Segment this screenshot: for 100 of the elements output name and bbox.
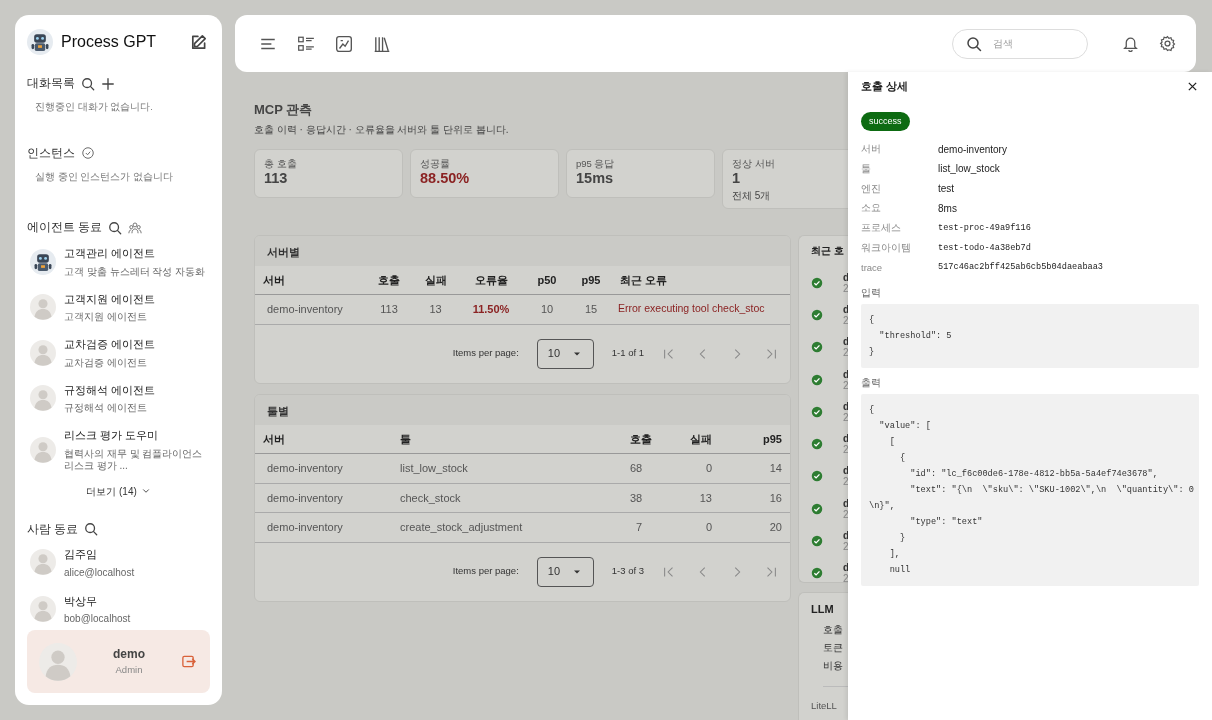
per-page-select[interactable]: 10	[536, 338, 594, 369]
output-code-block: { "value": [ [ { "id": "lc_f6c00de6-178e-4812-bb5a-5a4ef74e3678", "text": "{\n \"sku\": \"SKU-1002\",\n \"quantity\": 0 \n}", "type": "text" } ], null	[861, 394, 1199, 587]
call-server: d	[843, 271, 848, 283]
logo-icon	[27, 29, 53, 55]
column-header: 실패	[413, 265, 458, 295]
field-value: list_low_stock	[938, 162, 1000, 177]
people-icon[interactable]	[128, 220, 143, 235]
agent-item[interactable]: 리스크 평가 도우미 협력사의 재무 및 컴플라이언스 리스크 평가 ...	[27, 427, 210, 472]
field-value: 517c46ac2bff425ab6cb5b04daeabaa3	[938, 261, 1104, 275]
column-header: p95	[720, 424, 790, 454]
call-time: 2	[843, 314, 848, 326]
section-label: 출력	[861, 376, 882, 391]
add-icon[interactable]	[101, 76, 115, 91]
table-cell: 0	[650, 512, 720, 542]
recent-call-item[interactable]: d 2	[811, 395, 848, 428]
field-value: test-todo-4a38eb7d	[938, 241, 1031, 255]
stat-value: 1	[732, 170, 742, 187]
person-email: bob@localhost	[64, 613, 131, 625]
drawer-title: 호출 상세	[861, 79, 908, 94]
table-title: 툴별	[255, 394, 790, 425]
bell-icon[interactable]	[1122, 35, 1139, 52]
agent-name: 고객관리 에이전트	[64, 246, 157, 262]
recent-call-item[interactable]: d 2	[811, 524, 848, 558]
call-server: d	[843, 400, 848, 412]
search-icon[interactable]	[81, 76, 95, 91]
agent-description: 고객 맞춤 뉴스레터 작성 자동화	[64, 265, 206, 278]
per-page-select[interactable]: 10	[536, 556, 594, 587]
call-server: d	[843, 336, 848, 348]
recent-call-item[interactable]: d 2	[811, 363, 848, 396]
table-cell: 14	[720, 453, 790, 483]
call-time: 2	[843, 282, 848, 294]
call-server: d	[843, 562, 848, 574]
agent-name: 교차검증 에이전트	[64, 337, 156, 353]
items-per-page-label: Items per page:	[452, 346, 519, 361]
field-label: 워크아이템	[861, 241, 912, 255]
call-time: 2	[843, 379, 848, 391]
table-cell: 13	[650, 483, 720, 513]
agent-item[interactable]: 고객지원 에이전트 고객지원 에이전트	[27, 290, 210, 324]
table-cell: demo-inventory	[255, 453, 392, 483]
library-icon[interactable]	[373, 34, 391, 53]
column-header: 서버	[255, 265, 365, 295]
table-cell: 20	[720, 512, 790, 542]
agent-description: 협력사의 재무 및 컴플라이언스 리스크 평가 ...	[64, 447, 204, 472]
search-icon	[966, 35, 982, 52]
agent-item[interactable]: 규정해석 에이전트 규정해석 에이전트	[27, 381, 210, 415]
avatar	[30, 549, 56, 576]
field-label: 서버	[861, 142, 882, 156]
agent-description: 교차검증 에이전트	[64, 356, 148, 369]
agent-description: 규정해석 에이전트	[64, 402, 148, 415]
agent-item[interactable]: 교차검증 에이전트 교차검증 에이전트	[27, 336, 210, 369]
search-icon[interactable]	[84, 522, 99, 537]
stat-label: 성공률	[420, 156, 451, 171]
provider-label: LiteLL	[811, 699, 838, 713]
table-cell: Error executing tool check_stoc	[612, 294, 790, 324]
section-label: 입력	[861, 285, 882, 300]
person-item[interactable]: 김주임 alice@localhost	[27, 546, 210, 579]
field-label: 프로세스	[861, 221, 902, 236]
recent-call-item[interactable]: d 2	[811, 298, 848, 332]
chart-icon[interactable]	[335, 34, 353, 53]
check-circle-icon[interactable]	[81, 146, 95, 161]
list-icon[interactable]	[297, 34, 315, 53]
recent-call-item[interactable]: d 2	[811, 266, 848, 299]
show-more-button[interactable]: 더보기 (14)	[86, 483, 151, 499]
empty-message: 진행중인 대화가 없습니다.	[34, 100, 154, 115]
page-subtitle: 호출 이력 · 응답시간 · 오류율을 서버와 툴 단위로 봅니다.	[254, 122, 510, 137]
stat-label: 토큰	[822, 641, 844, 655]
table-cell: demo-inventory	[255, 483, 392, 513]
stat-label: 총 호출	[264, 156, 298, 171]
new-chat-icon[interactable]	[190, 33, 208, 51]
call-time: 2	[843, 347, 848, 359]
stat-label: p95 응답	[576, 156, 616, 171]
column-header: 툴	[392, 424, 622, 454]
recent-call-item[interactable]: d 2	[811, 428, 848, 461]
call-time: 2	[843, 444, 848, 456]
search-field[interactable]: 검색	[952, 28, 1088, 59]
table-cell: 113	[365, 294, 413, 324]
recent-call-item[interactable]: d 2	[811, 557, 848, 590]
page-title: MCP 관측	[254, 101, 314, 119]
call-server: d	[843, 497, 848, 509]
call-time: 2	[843, 541, 848, 552]
table-cell: 15	[570, 294, 612, 324]
column-header: 서버	[255, 424, 392, 454]
page-range: 1-1 of 1	[611, 346, 644, 361]
recent-call-item[interactable]: d 2	[811, 331, 848, 364]
field-value: demo-inventory	[938, 142, 1007, 157]
agent-item[interactable]: 고객관리 에이전트 고객 맞춤 뉴스레터 작성 자동화	[27, 245, 210, 278]
table-cell: 11.50%	[458, 294, 524, 324]
brand-title: Process GPT	[61, 32, 157, 52]
stat-note: 전체 5개	[732, 188, 772, 203]
call-server: d	[843, 433, 848, 445]
status-badge: success	[861, 111, 910, 132]
stat-label: 호출	[822, 623, 844, 637]
recent-call-item[interactable]: d 2	[811, 492, 848, 525]
call-server: d	[843, 368, 848, 380]
person-item[interactable]: 박상무 bob@localhost	[27, 592, 210, 625]
recent-call-item[interactable]: d 2	[811, 460, 848, 493]
search-icon[interactable]	[108, 220, 123, 235]
settings-icon[interactable]	[1159, 35, 1176, 52]
logout-icon[interactable]	[181, 654, 196, 669]
avatar	[39, 642, 77, 681]
